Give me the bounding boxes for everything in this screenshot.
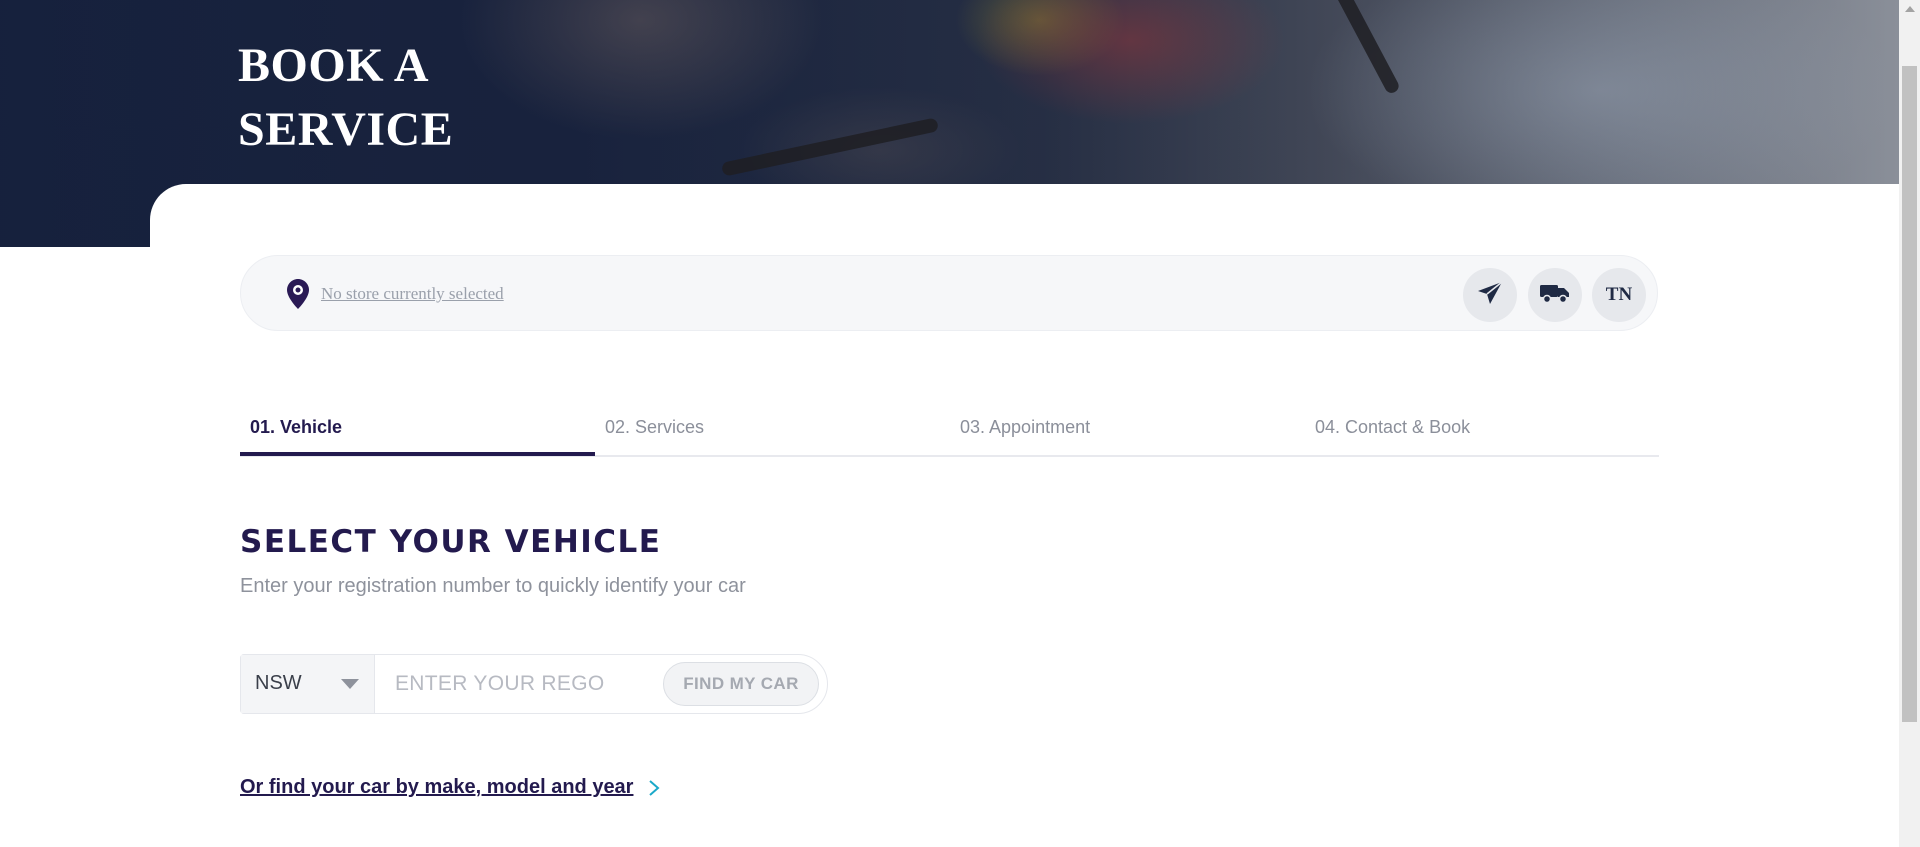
state-selected-value: NSW bbox=[255, 672, 302, 694]
section-title: SELECT YOUR VEHICLE bbox=[240, 524, 662, 560]
tab-label: 02. Services bbox=[605, 417, 705, 437]
find-my-car-button[interactable]: FIND MY CAR bbox=[663, 662, 819, 706]
tab-label: 03. Appointment bbox=[960, 417, 1091, 437]
section-subtitle: Enter your registration number to quickl… bbox=[240, 575, 746, 597]
location-pin-icon bbox=[287, 279, 309, 309]
delivery-button[interactable] bbox=[1528, 268, 1582, 322]
page-title-line-2: SERVICE bbox=[238, 103, 454, 156]
active-tab-indicator bbox=[240, 452, 595, 456]
store-selector-bar: No store currently selected TN bbox=[240, 255, 1658, 331]
tab-services[interactable]: 02. Services bbox=[595, 405, 950, 457]
page-title: BOOK A SERVICE bbox=[238, 34, 453, 162]
store-select-link[interactable]: No store currently selected bbox=[321, 284, 504, 304]
tab-appointment[interactable]: 03. Appointment bbox=[950, 405, 1305, 457]
chevron-right-icon[interactable] bbox=[644, 778, 664, 798]
send-button[interactable] bbox=[1463, 268, 1517, 322]
state-dropdown[interactable]: NSW bbox=[241, 655, 375, 713]
scroll-up-arrow-icon[interactable] bbox=[1905, 6, 1915, 12]
account-avatar-button[interactable]: TN bbox=[1592, 268, 1646, 322]
tab-label: 04. Contact & Book bbox=[1315, 417, 1471, 437]
page-scrollbar[interactable] bbox=[1899, 0, 1920, 847]
rego-search-form: NSW FIND MY CAR bbox=[240, 654, 828, 714]
tab-label: 01. Vehicle bbox=[250, 417, 343, 437]
page-title-line-1: BOOK A bbox=[238, 39, 430, 92]
booking-steps-tabs: 01. Vehicle 02. Services 03. Appointment… bbox=[240, 405, 1659, 457]
avatar-initials: TN bbox=[1605, 284, 1633, 305]
tab-vehicle[interactable]: 01. Vehicle bbox=[240, 405, 595, 457]
send-icon bbox=[1477, 280, 1503, 310]
chevron-down-icon bbox=[341, 679, 359, 689]
find-by-make-model-link[interactable]: Or find your car by make, model and year bbox=[240, 776, 633, 799]
scrollbar-thumb[interactable] bbox=[1902, 66, 1917, 722]
truck-icon bbox=[1539, 282, 1571, 309]
tab-contact-book[interactable]: 04. Contact & Book bbox=[1305, 405, 1660, 457]
rego-input[interactable] bbox=[377, 657, 667, 711]
